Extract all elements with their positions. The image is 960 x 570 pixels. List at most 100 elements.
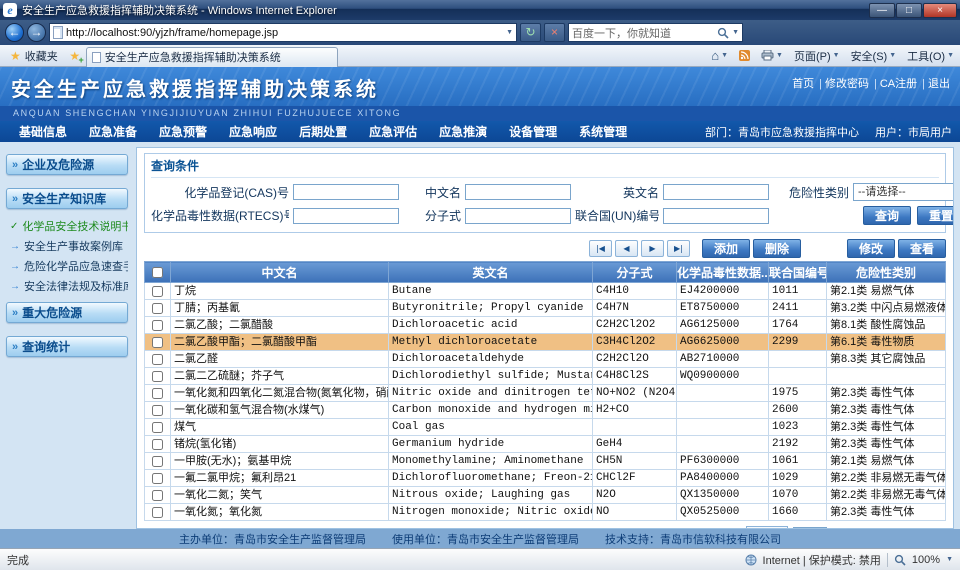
nav-item[interactable]: 应急准备: [78, 123, 148, 140]
window-title: 安全生产应急救援指挥辅助决策系统 - Windows Internet Expl…: [22, 2, 869, 18]
nav-item[interactable]: 应急响应: [218, 123, 288, 140]
favorites-button[interactable]: ★ 收藏夹: [4, 47, 64, 65]
forward-button[interactable]: →: [27, 23, 46, 42]
cell-formula: N2O: [593, 487, 677, 504]
rtecs-input[interactable]: [293, 208, 399, 224]
table-row[interactable]: 二氯乙酸；二氯醋酸Dichloroacetic acidC2H2Cl2O2AG6…: [145, 317, 946, 334]
nav-item[interactable]: 设备管理: [498, 123, 568, 140]
header-link[interactable]: 退出: [917, 75, 950, 91]
print-button[interactable]: ▼: [759, 47, 785, 65]
table-row[interactable]: 一氧化氮和四氧化二氮混合物(氮氧化物，硝酸气，氧化氮气体)Nitric oxid…: [145, 385, 946, 402]
chinese-name-input[interactable]: [465, 184, 571, 200]
formula-input[interactable]: [465, 208, 571, 224]
row-checkbox[interactable]: [152, 388, 163, 399]
zoom-icon[interactable]: [894, 554, 906, 566]
row-checkbox[interactable]: [152, 456, 163, 467]
prev-page-button[interactable]: ◀: [615, 240, 638, 257]
sidebar-item[interactable]: ✓化学品安全技术说明书: [10, 216, 128, 236]
table-row[interactable]: 一氟二氯甲烷；氟利昂21Dichlorofluoromethane; Freon…: [145, 470, 946, 487]
sidebar-group-button[interactable]: » 安全生产知识库: [6, 188, 128, 209]
nav-item[interactable]: 后期处置: [288, 123, 358, 140]
double-arrow-icon: »: [12, 307, 18, 319]
reset-button[interactable]: 重置: [917, 206, 954, 225]
nav-item[interactable]: 应急评估: [358, 123, 428, 140]
modify-button[interactable]: 修改: [847, 239, 895, 258]
close-button[interactable]: ×: [923, 3, 957, 18]
row-checkbox[interactable]: [152, 422, 163, 433]
row-checkbox[interactable]: [152, 507, 163, 518]
table-row[interactable]: 丁腈；丙基氰Butyronitrile; Propyl cyanideC4H7N…: [145, 300, 946, 317]
table-row[interactable]: 一氧化氮；氧化氮Nitrogen monoxide; Nitric oxideN…: [145, 504, 946, 521]
maximize-button[interactable]: □: [896, 3, 922, 18]
search-input[interactable]: [572, 27, 714, 39]
nav-item[interactable]: 系统管理: [568, 123, 638, 140]
sidebar-item[interactable]: →危险化学品应急速查手...: [10, 256, 128, 276]
zoom-dropdown-icon[interactable]: ▼: [946, 556, 953, 563]
cas-input[interactable]: [293, 184, 399, 200]
sidebar-group-button[interactable]: » 重大危险源: [6, 302, 128, 323]
home-button[interactable]: ⌂▼: [709, 47, 730, 65]
search-button[interactable]: 查询: [863, 206, 911, 225]
table-row[interactable]: 锗烷(氢化锗)Germanium hydrideGeH42192第2.3类 毒性…: [145, 436, 946, 453]
nav-item[interactable]: 基础信息: [8, 123, 78, 140]
cell-formula: C3H4Cl2O2: [593, 334, 677, 351]
header-link[interactable]: 修改密码: [814, 75, 869, 91]
nav-item[interactable]: 应急预警: [148, 123, 218, 140]
header-links: 首页修改密码CA注册退出: [792, 75, 950, 91]
row-checkbox[interactable]: [152, 490, 163, 501]
back-button[interactable]: ←: [5, 23, 24, 42]
feeds-button[interactable]: [737, 47, 752, 65]
zoom-level[interactable]: 100%: [912, 554, 940, 566]
page-menu[interactable]: 页面(P)▼: [792, 47, 842, 65]
sidebar-item[interactable]: →安全法律法规及标准库: [10, 276, 128, 296]
address-input[interactable]: [66, 27, 503, 39]
table-row[interactable]: 丁烷ButaneC4H10EJ42000001011第2.1类 易燃气体: [145, 283, 946, 300]
table-row[interactable]: 一甲胺(无水)；氨基甲烷Monomethylamine; Aminomethan…: [145, 453, 946, 470]
row-checkbox[interactable]: [152, 371, 163, 382]
search-dropdown-icon[interactable]: ▼: [732, 29, 739, 36]
row-checkbox[interactable]: [152, 320, 163, 331]
un-number-input[interactable]: [663, 208, 769, 224]
add-button[interactable]: 添加: [702, 239, 750, 258]
address-dropdown-icon[interactable]: ▼: [506, 29, 513, 36]
row-checkbox[interactable]: [152, 473, 163, 484]
search-icon[interactable]: [717, 27, 729, 39]
sidebar-group-button[interactable]: » 查询统计: [6, 336, 128, 357]
table-row[interactable]: 一氧化碳和氢气混合物(水煤气)Carbon monoxide and hydro…: [145, 402, 946, 419]
last-page-button[interactable]: ▶|: [667, 240, 690, 257]
row-checkbox[interactable]: [152, 439, 163, 450]
nav-item[interactable]: 应急推演: [428, 123, 498, 140]
header-link[interactable]: CA注册: [869, 75, 917, 91]
minimize-button[interactable]: —: [869, 3, 895, 18]
table-row[interactable]: 二氯二乙硫醚；芥子气Dichlorodiethyl sulfide; Musta…: [145, 368, 946, 385]
view-button[interactable]: 查看: [898, 239, 946, 258]
sidebar-item[interactable]: →安全生产事故案例库: [10, 236, 128, 256]
add-favorite-button[interactable]: ★+: [67, 49, 83, 63]
stop-button[interactable]: ×: [544, 23, 565, 42]
header-link[interactable]: 首页: [792, 75, 814, 91]
next-page-button[interactable]: ▶: [641, 240, 664, 257]
select-all-checkbox[interactable]: [152, 267, 163, 278]
row-checkbox[interactable]: [152, 286, 163, 297]
delete-button[interactable]: 删除: [753, 239, 801, 258]
main-nav: 基础信息应急准备应急预警应急响应后期处置应急评估应急推演设备管理系统管理 部门：…: [0, 121, 960, 142]
table-row[interactable]: 二氯乙醛DichloroacetaldehydeC2H2Cl2OAB271000…: [145, 351, 946, 368]
row-checkbox[interactable]: [152, 337, 163, 348]
cell-un-number: 2192: [769, 436, 827, 453]
refresh-button[interactable]: ↻: [520, 23, 541, 42]
tools-menu[interactable]: 工具(O)▼: [905, 47, 956, 65]
search-box[interactable]: ▼: [568, 23, 743, 42]
hazard-class-select[interactable]: --请选择--: [853, 183, 954, 201]
row-checkbox[interactable]: [152, 303, 163, 314]
address-bar[interactable]: ▼: [49, 23, 517, 42]
english-name-input[interactable]: [663, 184, 769, 200]
row-checkbox[interactable]: [152, 354, 163, 365]
safety-menu[interactable]: 安全(S)▼: [849, 47, 899, 65]
table-row[interactable]: 一氧化二氮；笑气Nitrous oxide; Laughing gasN2OQX…: [145, 487, 946, 504]
row-checkbox[interactable]: [152, 405, 163, 416]
table-row[interactable]: 二氯乙酸甲酯；二氯醋酸甲酯Methyl dichloroacetateC3H4C…: [145, 334, 946, 351]
browser-tab[interactable]: 安全生产应急救援指挥辅助决策系统: [86, 47, 338, 67]
first-page-button[interactable]: |◀: [589, 240, 612, 257]
table-row[interactable]: 煤气Coal gas1023第2.3类 毒性气体: [145, 419, 946, 436]
sidebar-group-button[interactable]: » 企业及危险源: [6, 154, 128, 175]
